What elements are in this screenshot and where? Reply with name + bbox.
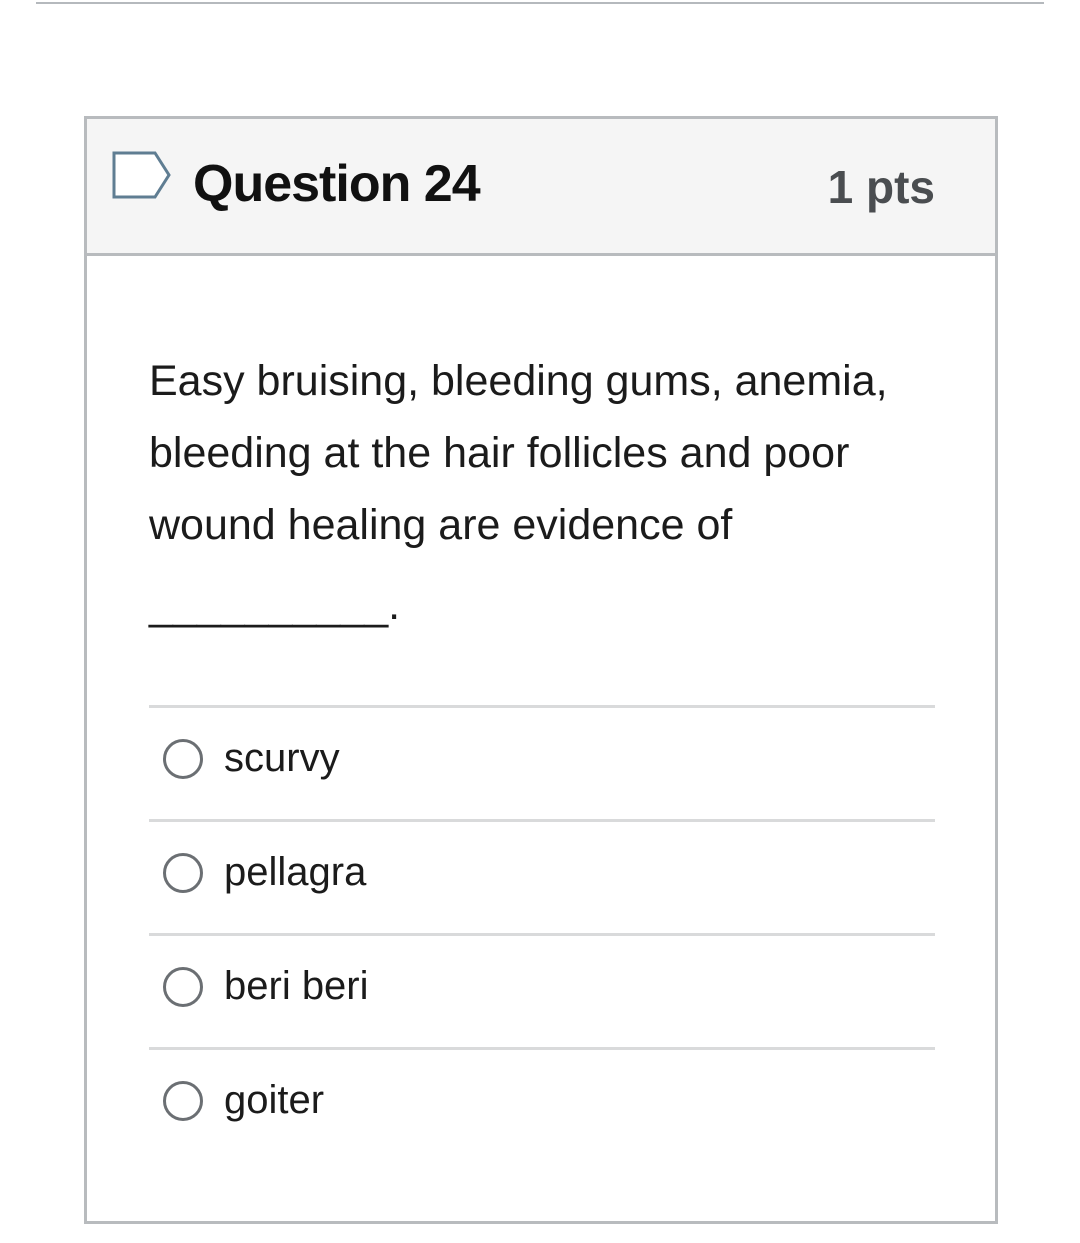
question-text-line: bleeding at the hair follicles and poor <box>149 429 850 477</box>
question-card: Question 24 1 pts Easy bruising, bleedin… <box>84 116 998 1224</box>
question-points: 1 pts <box>827 161 935 213</box>
answer-option-pellagra[interactable]: pellagra <box>149 819 935 933</box>
top-divider <box>36 2 1044 4</box>
radio-button-icon[interactable] <box>163 1081 203 1121</box>
question-text-line: Easy bruising, bleeding gums, anemia, <box>149 357 888 405</box>
answer-option-beri-beri[interactable]: beri beri <box>149 933 935 1047</box>
question-header: Question 24 1 pts <box>87 119 995 256</box>
answer-label[interactable]: goiter <box>224 1072 324 1128</box>
radio-button-icon[interactable] <box>163 739 203 779</box>
answer-label[interactable]: pellagra <box>224 844 366 900</box>
answer-label[interactable]: beri beri <box>224 958 369 1014</box>
question-title: Question 24 <box>193 155 481 213</box>
flag-icon[interactable] <box>111 150 173 200</box>
answer-list: scurvy pellagra beri beri goiter <box>149 705 935 1161</box>
answer-option-scurvy[interactable]: scurvy <box>149 705 935 819</box>
radio-button-icon[interactable] <box>163 967 203 1007</box>
radio-button-icon[interactable] <box>163 853 203 893</box>
question-text: Easy bruising, bleeding gums, anemia, bl… <box>149 345 949 641</box>
answer-label[interactable]: scurvy <box>224 730 340 786</box>
answer-blank: __________. <box>149 581 401 629</box>
question-text-line: wound healing are evidence of <box>149 501 733 549</box>
answer-option-goiter[interactable]: goiter <box>149 1047 935 1161</box>
